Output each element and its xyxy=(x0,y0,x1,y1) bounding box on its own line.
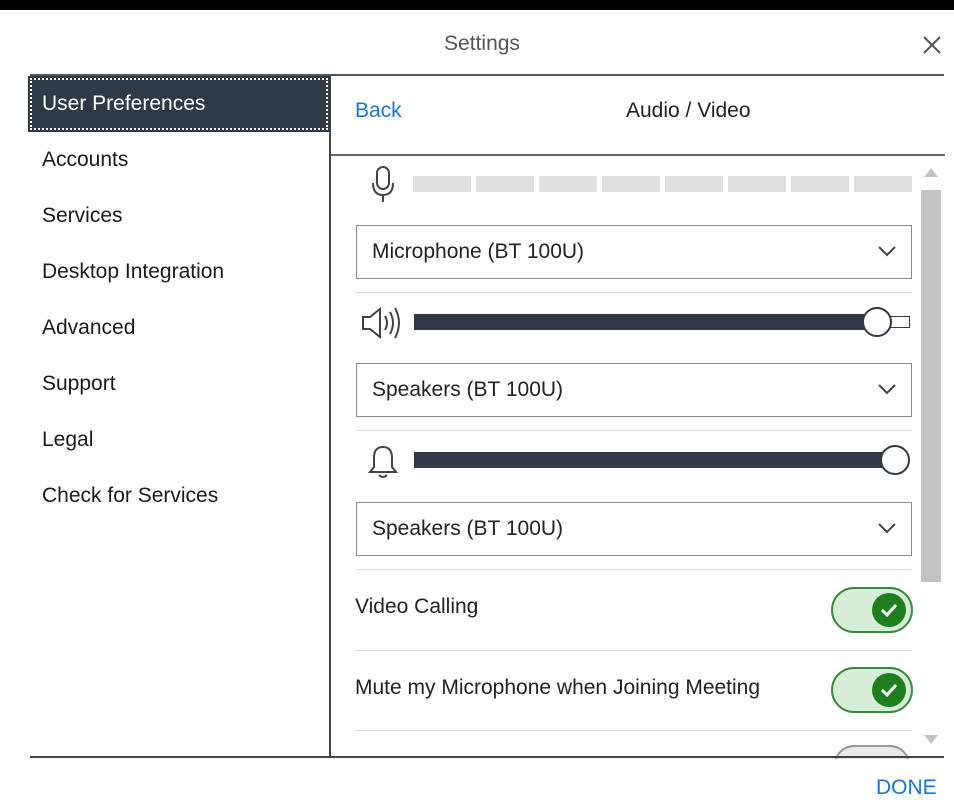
sidebar-item-support[interactable]: Support xyxy=(42,372,116,396)
toggle-knob xyxy=(872,673,906,707)
check-icon xyxy=(880,603,898,618)
sidebar-item-advanced[interactable]: Advanced xyxy=(42,316,135,340)
speaker-select-value: Speakers (BT 100U) xyxy=(372,378,564,401)
microphone-select-value: Microphone (BT 100U) xyxy=(372,240,585,263)
toggle-knob xyxy=(872,593,906,627)
header-divider xyxy=(30,74,944,76)
divider xyxy=(356,650,912,651)
ringer-select-value: Speakers (BT 100U) xyxy=(372,517,564,540)
divider xyxy=(356,730,912,731)
sidebar-item-services[interactable]: Services xyxy=(42,204,123,228)
ringer-volume-slider[interactable] xyxy=(880,445,910,475)
microphone-select[interactable]: Microphone (BT 100U) xyxy=(356,225,912,279)
close-icon[interactable] xyxy=(920,33,944,57)
chevron-down-icon xyxy=(878,523,896,534)
mute-on-join-toggle[interactable] xyxy=(831,667,913,713)
dialog-title: Settings xyxy=(444,32,520,55)
sidebar-item-user-preferences[interactable]: User Preferences xyxy=(28,76,330,132)
video-calling-toggle[interactable] xyxy=(831,587,913,633)
done-button[interactable]: DONE xyxy=(876,776,937,800)
scrollbar-thumb[interactable] xyxy=(921,190,941,582)
scroll-down-arrow-icon[interactable] xyxy=(921,733,941,747)
sidebar-item-check-for-services[interactable]: Check for Services xyxy=(42,484,218,508)
divider xyxy=(356,569,912,570)
sidebar-item-desktop-integration[interactable]: Desktop Integration xyxy=(42,260,224,284)
back-button[interactable]: Back xyxy=(355,99,402,123)
panel-title: Audio / Video xyxy=(626,99,751,122)
speaker-icon xyxy=(362,306,400,340)
panel-header-divider xyxy=(331,154,945,156)
divider xyxy=(356,292,912,293)
speaker-volume-track xyxy=(414,314,878,330)
sidebar-item-legal[interactable]: Legal xyxy=(42,428,93,452)
sidebar-item-accounts[interactable]: Accounts xyxy=(42,148,128,172)
ringer-select[interactable]: Speakers (BT 100U) xyxy=(356,502,912,556)
scroll-up-arrow-icon[interactable] xyxy=(921,165,941,179)
sidebar-divider xyxy=(329,75,331,757)
ringer-volume-track xyxy=(414,452,898,468)
mute-on-join-label: Mute my Microphone when Joining Meeting xyxy=(355,676,761,699)
window-top-border xyxy=(0,0,954,10)
footer-divider xyxy=(30,756,944,758)
video-calling-label: Video Calling xyxy=(355,595,479,618)
sidebar-item-label: User Preferences xyxy=(42,92,206,115)
chevron-down-icon xyxy=(878,384,896,395)
check-icon xyxy=(880,683,898,698)
bell-icon xyxy=(368,445,398,478)
divider xyxy=(356,430,912,431)
chevron-down-icon xyxy=(878,246,896,257)
microphone-icon xyxy=(372,166,394,202)
speaker-volume-slider[interactable] xyxy=(862,307,892,337)
speaker-select[interactable]: Speakers (BT 100U) xyxy=(356,363,912,417)
